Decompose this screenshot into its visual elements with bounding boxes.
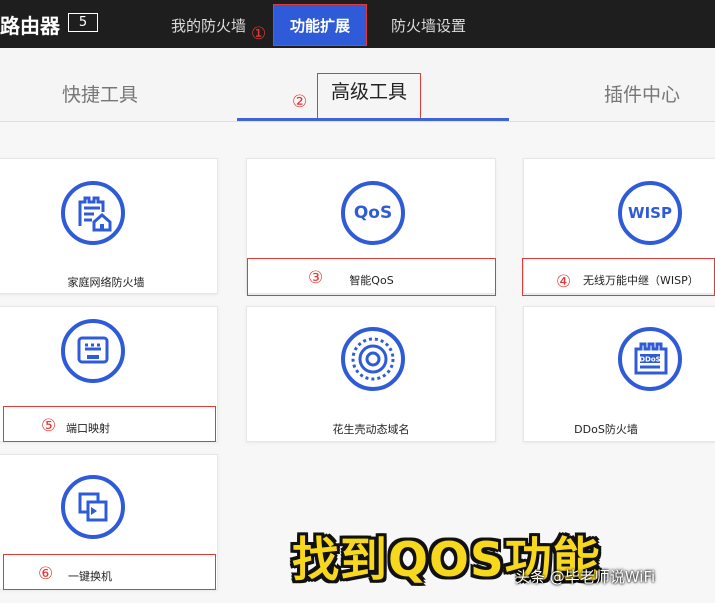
watermark-text: 头条 @毕老师说WiFi xyxy=(515,568,656,586)
top-bar: 路由器 5 我的防火墙 ① 功能扩展 防火墙设置 xyxy=(0,0,715,48)
highlight-box-port-mapping: ⑤ 端口映射 xyxy=(3,406,216,442)
port-mapping-icon xyxy=(61,319,125,383)
tool-label: 端口映射 xyxy=(66,422,110,435)
subtab-bar: 快捷工具 ② 高级工具 插件中心 xyxy=(0,48,715,122)
tool-card-ddos-firewall[interactable]: DDoS DDoS防火墙 xyxy=(523,306,715,442)
oray-dns-icon xyxy=(341,327,405,391)
tool-label: 无线万能中继（WISP） xyxy=(583,274,699,287)
nav-feature-extension[interactable]: 功能扩展 xyxy=(273,4,368,46)
tool-label: 家庭网络防火墙 xyxy=(67,276,145,289)
annotation-marker-5: ⑤ xyxy=(41,416,57,436)
highlight-box-one-click-migrate: ⑥ 一键换机 xyxy=(3,554,216,590)
tab-quick-tools[interactable]: 快捷工具 xyxy=(62,80,138,107)
version-badge: 5 xyxy=(68,13,98,32)
qos-icon: QoS xyxy=(341,181,405,245)
tool-card-oray-dns[interactable]: 花生壳动态域名 xyxy=(246,306,496,442)
annotation-marker-6: ⑥ xyxy=(38,564,54,584)
highlight-box-wisp: ④ 无线万能中继（WISP） xyxy=(522,258,715,296)
tool-card-home-firewall[interactable]: 家庭网络防火墙 xyxy=(0,158,218,294)
ddos-firewall-icon: DDoS xyxy=(618,327,682,391)
active-tab-indicator xyxy=(237,118,509,121)
annotation-marker-2: ② xyxy=(292,92,308,112)
svg-text:DDoS: DDoS xyxy=(639,356,660,364)
wisp-icon: WISP xyxy=(618,181,682,245)
tool-label: 花生壳动态域名 xyxy=(332,423,410,436)
highlight-box-qos: ③ 智能QoS xyxy=(247,258,496,296)
home-firewall-icon xyxy=(61,181,125,245)
annotation-marker-4: ④ xyxy=(556,272,572,292)
nav-my-firewall[interactable]: 我的防火墙 xyxy=(171,15,246,36)
annotation-marker-1: ① xyxy=(251,24,267,44)
one-click-migrate-icon xyxy=(61,475,125,539)
tool-label: DDoS防火墙 xyxy=(574,423,638,436)
app-brand: 路由器 xyxy=(0,14,60,38)
tool-label: 一键换机 xyxy=(68,570,112,583)
tab-advanced-tools[interactable]: 高级工具 xyxy=(317,73,421,119)
nav-firewall-settings[interactable]: 防火墙设置 xyxy=(391,15,466,36)
tool-label: 智能QoS xyxy=(349,274,394,287)
tab-plugin-center[interactable]: 插件中心 xyxy=(604,80,680,107)
